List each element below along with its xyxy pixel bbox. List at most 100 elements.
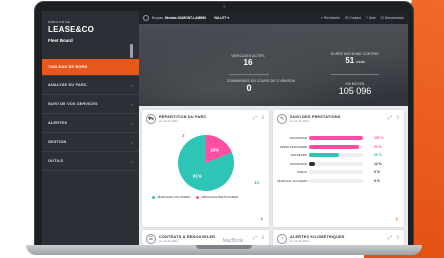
bar-row: PERTE FINANCIÈRE 93 % [277,143,400,152]
sidebar-item-label: ALERTES [48,121,68,125]
stat-average-km: KM MOYEN 105 096 [325,82,385,96]
laptop-frame: MOBILITÉ DE LEASE&CO Fleet Board TABLEAU… [26,1,422,258]
card-header: ⛟ RÉPARTITION DU PARC au 20.11.2021 [146,114,206,124]
expand-icon[interactable]: ⤢ [253,115,257,121]
bar-value-label: 0 % [374,178,380,183]
pie-chart: 19% 81% [178,135,234,191]
contact-label: Contact [349,15,361,20]
bar-chart: ASSISTANCE 100 % PERTE FINANCIÈRE 93 % ENTRE… [277,134,400,185]
bar-value-label: 0 % [374,170,380,175]
bar-row: ENTRETIEN 56 % [277,151,400,160]
sidebar-item-label: ANALYSE DU PARC [48,83,87,87]
search-link[interactable]: ⌕ Recherche [321,15,340,20]
bar[interactable] [309,153,340,158]
card-next-arrow[interactable]: › [261,216,263,223]
card-subtitle: au 20.11.2021 [159,119,178,123]
bar-value-label: 56 % [374,153,382,158]
document-icon: ☰ [146,234,156,244]
bar-row: ASSURANCE 12 % [277,160,400,169]
sidebar-scrollbar[interactable] [130,44,133,58]
bar-track [309,170,363,175]
user-icon [143,14,149,21]
car-icon: ⛟ [146,114,156,124]
sidebar-item-analyse-du-parc[interactable]: ANALYSE DU PARC › [42,76,139,95]
stat-unit: mois [356,59,365,64]
bar-value-label: 12 % [374,161,382,166]
bar-track [309,161,363,166]
legend-dot [196,195,200,199]
top-bar: Bonjour, Nicolas DUMONT-LAMBIN VALLET ▾ … [139,11,408,24]
bar-row: ASSISTANCE 100 % [277,134,400,143]
bar-row: PNEUS 0 % [277,168,400,177]
sidebar-item-alertes[interactable]: ALERTES › [42,114,139,133]
sidebar-item-suivi-services[interactable]: SUIVI DE VOS SERVICES › [42,95,139,114]
card-fleet-distribution: ⛟ RÉPARTITION DU PARC au 20.11.2021 ⤢ ⇩ … [142,110,269,227]
logout-icon: ⏻ [380,15,384,20]
legend-item: VÉHICULES UTILITAIRES [152,195,190,199]
card-subtitle: au 20.11.2021 [290,239,309,243]
logout-link[interactable]: ⏻ Déconnexion [381,15,404,20]
chevron-right-icon: › [131,158,133,164]
expand-icon[interactable]: ⤢ [388,235,392,241]
legend-dot [152,195,155,199]
logout-label: Déconnexion [384,15,404,20]
sidebar: MOBILITÉ DE LEASE&CO Fleet Board TABLEAU… [42,11,139,248]
wrench-icon: ✎ [277,114,287,124]
sidebar-item-label: SUIVI DE VOS SERVICES [48,102,98,106]
chevron-right-icon: › [131,101,133,107]
bar-label: ASSURANCE [289,161,307,166]
bar[interactable] [309,144,360,149]
sidebar-item-label: TABLEAU DE BORD [48,65,88,69]
top-links: ⌕ Recherche ✉ Contact ? Aide ⏻ Déconnexion [321,15,404,20]
card-subtitle: au 20.11.2021 [290,119,309,123]
bar-label: ENTRETIEN [291,153,307,158]
bar-track [309,136,363,141]
search-icon: ⌕ [320,15,324,20]
sidebar-item-gestion[interactable]: GESTION › [42,133,139,152]
bar-row: VÉHICULE / ACCIDENT / VOL 0 % [277,177,400,186]
chart-legend: VÉHICULES UTILITAIRES VÉHICULES PARTICUL… [152,195,238,199]
stat-value: 51 mois [327,56,383,65]
legend-label: VÉHICULES UTILITAIRES [157,195,191,199]
bar-label: PERTE FINANCIÈRE [280,144,307,149]
help-label: Aide [368,15,376,20]
stat-active-vehicles: VÉHICULES ACTIFS 16 [223,54,273,67]
card-services-tracking: ✎ SUIVI DES PRESTATIONS au 20.11.2021 ⤢ … [273,110,404,227]
legend-item: VÉHICULES PARTICULIERS [196,195,238,199]
card-tools: ⤢ ⇩ [253,115,265,121]
pie-percent-label: 81% [193,173,202,178]
stat-contract-duration: DURÉE MOYENNE CONTRAT 51 mois [327,52,383,65]
pie-count-label-utilitaires: 13 [254,180,260,185]
speedometer-icon: ◔ [277,234,287,244]
greeting: Bonjour, Nicolas DUMONT-LAMBIN [152,16,206,20]
bar[interactable] [309,136,363,141]
card-next-arrow[interactable]: › [396,216,398,223]
bar[interactable] [309,161,316,166]
card-header: ✎ SUIVI DES PRESTATIONS au 20.11.2021 [277,114,340,124]
expand-icon[interactable]: ⤢ [388,115,392,121]
bar-label: PNEUS [297,170,307,175]
pie-percent-label: 19% [210,148,219,153]
divider [331,74,379,75]
bar-track [309,153,363,158]
company-selector[interactable]: VALLET ▾ [214,16,229,20]
chevron-right-icon: › [131,120,133,126]
bar-value-label: 100 % [374,136,384,141]
card-tools: ⤢ ⇩ [388,235,400,241]
sidebar-item-tableau-de-bord[interactable]: TABLEAU DE BORD [42,59,139,76]
hero-banner: VÉHICULES ACTIFS 16 COMMANDES EN COURS D… [139,24,408,106]
app-logo[interactable]: LEASE&CO [48,25,94,34]
stat-pending-orders: COMMANDES EN COURS DE LIVRAISON 0 [227,79,295,93]
export-icon[interactable]: ⇩ [396,235,400,241]
export-icon[interactable]: ⇩ [396,115,400,121]
export-icon[interactable]: ⇩ [261,115,265,121]
contact-link[interactable]: ✉ Contact [345,15,361,20]
bar-label: ASSISTANCE [289,136,307,141]
laptop-lid: MOBILITÉ DE LEASE&CO Fleet Board TABLEAU… [34,1,414,248]
sidebar-item-outils[interactable]: OUTILS › [42,152,139,171]
camera [223,5,226,8]
help-link[interactable]: ? Aide [366,15,376,20]
stat-value: 16 [243,58,253,67]
device-brand-label: MacBook [222,238,244,244]
sidebar-item-label: GESTION [48,140,67,144]
